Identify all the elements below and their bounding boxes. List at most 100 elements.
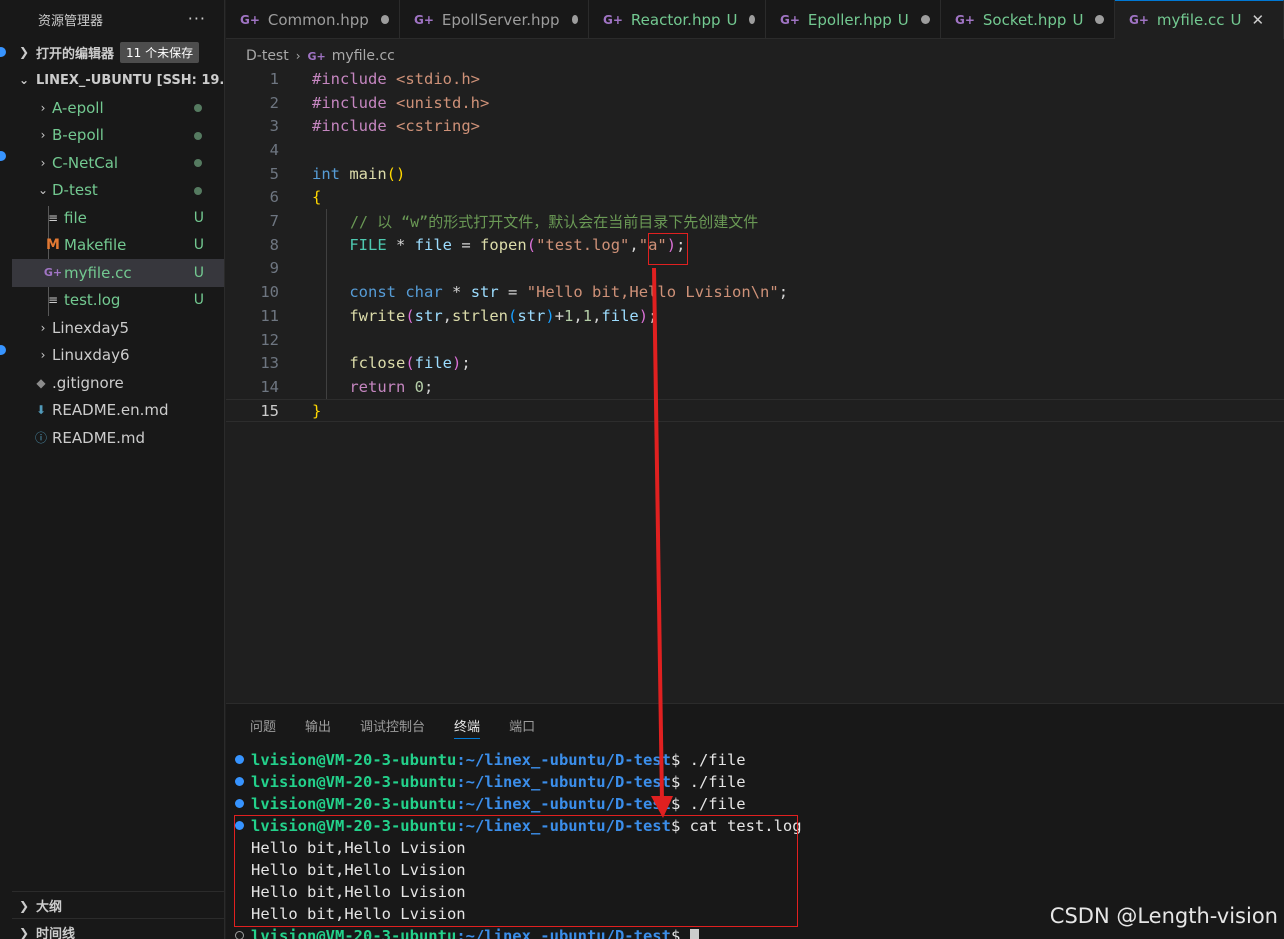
- info-icon: ⓘ: [34, 431, 47, 446]
- code-line: 5 int main(): [226, 162, 1284, 186]
- line-number: 14: [260, 377, 279, 396]
- line-number: 7: [269, 212, 279, 231]
- code-line: 14 return 0;: [226, 375, 1284, 399]
- breadcrumb: D-test › G+ myfile.cc: [246, 45, 395, 67]
- tab-epollserver-hpp[interactable]: G+ EpollServer.hpp: [400, 0, 589, 39]
- code-line: 11 fwrite(str,strlen(str)+1,1,file);: [226, 304, 1284, 328]
- command-success-icon[interactable]: [235, 777, 244, 786]
- line-number: 1: [269, 69, 279, 88]
- tree-item-label: README.md: [52, 428, 146, 447]
- tab-epoller-hpp[interactable]: G+ Epoller.hpp U: [766, 0, 941, 39]
- code-comment: // 以 “w”的形式打开文件，默认会在当前目录下先创建文件: [350, 212, 759, 231]
- workspace-section[interactable]: ⌄ LINEX_-UBUNTU [SSH: 19...: [12, 66, 224, 94]
- terminal-line: lvision@VM-20-3-ubuntu:~/linex_-ubuntu/D…: [226, 749, 1284, 771]
- tab-problems[interactable]: 问题: [250, 704, 276, 746]
- activity-badge: [0, 47, 6, 57]
- outline-label: 大纲: [36, 900, 63, 915]
- close-icon[interactable]: ✕: [1252, 11, 1265, 29]
- tab-common-hpp[interactable]: G+ Common.hpp: [226, 0, 400, 39]
- line-number: 2: [269, 93, 279, 112]
- timeline-section[interactable]: ❯ 时间线: [12, 918, 224, 939]
- tree-item-b-epoll[interactable]: › B-epoll: [12, 122, 224, 150]
- unsaved-dot-icon[interactable]: [1095, 15, 1104, 24]
- code-editor[interactable]: 1 #include <stdio.h> 2 #include <unistd.…: [226, 67, 1284, 427]
- code-line: 13 fclose(file);: [226, 351, 1284, 375]
- tab-socket-hpp[interactable]: G+ Socket.hpp U: [941, 0, 1115, 39]
- workspace-label: LINEX_-UBUNTU [SSH: 19...: [36, 72, 224, 88]
- unsaved-badge: 11 个未保存: [120, 41, 200, 63]
- tree-item-test-log[interactable]: ≡ test.log U: [12, 287, 224, 315]
- code-line: 12: [226, 328, 1284, 352]
- tree-item-gitignore[interactable]: ◆ .gitignore: [12, 369, 224, 397]
- activity-badge: [0, 151, 6, 161]
- cpp-file-icon: G+: [955, 12, 975, 27]
- untracked-status: U: [193, 209, 204, 226]
- chevron-right-icon: ❯: [18, 925, 30, 939]
- tab-label: Epoller.hpp: [807, 10, 892, 29]
- tree-item-readme[interactable]: ⓘ README.md: [12, 424, 224, 452]
- unsaved-dot-icon[interactable]: [920, 15, 930, 24]
- tab-label: Common.hpp: [267, 10, 369, 29]
- untracked-status: U: [193, 237, 204, 254]
- modified-dot-icon: [194, 104, 202, 112]
- editor-tabs: G+ Common.hpp G+ EpollServer.hpp G+ Reac…: [226, 0, 1284, 39]
- line-number: 13: [260, 354, 279, 373]
- line-number: 6: [269, 188, 279, 207]
- git-icon: ◆: [36, 375, 46, 390]
- tab-reactor-hpp[interactable]: G+ Reactor.hpp U: [589, 0, 766, 39]
- tree-item-makefile[interactable]: M Makefile U: [12, 232, 224, 260]
- line-number: 3: [269, 117, 279, 136]
- tree-item-myfile-cc[interactable]: G+ myfile.cc U: [12, 259, 224, 287]
- code-line: 7 // 以 “w”的形式打开文件，默认会在当前目录下先创建文件: [226, 209, 1284, 233]
- tab-debug-console[interactable]: 调试控制台: [360, 704, 425, 746]
- code-line: 1 #include <stdio.h>: [226, 67, 1284, 91]
- chevron-right-icon: ›: [40, 348, 46, 363]
- unsaved-dot-icon[interactable]: [749, 15, 755, 24]
- unsaved-dot-icon[interactable]: [571, 15, 578, 24]
- tab-ports[interactable]: 端口: [509, 704, 535, 746]
- modified-dot-icon: [194, 186, 202, 195]
- tree-item-file[interactable]: ≡ file U: [12, 204, 224, 232]
- chevron-right-icon: ❯: [18, 45, 30, 59]
- untracked-status: U: [726, 10, 738, 29]
- command-success-icon[interactable]: [235, 755, 244, 764]
- more-actions-icon[interactable]: ···: [188, 9, 206, 28]
- untracked-status: U: [1230, 11, 1242, 29]
- chevron-right-icon: ›: [40, 155, 46, 170]
- watermark: CSDN @Length-vision: [1049, 904, 1278, 928]
- annotation-box-output: [234, 815, 798, 927]
- tree-item-c-netcal[interactable]: › C-NetCal: [12, 149, 224, 177]
- code-line: 6 {: [226, 186, 1284, 210]
- outline-section[interactable]: ❯ 大纲: [12, 891, 224, 919]
- tab-label: myfile.cc: [1156, 11, 1225, 29]
- command-success-icon[interactable]: [235, 799, 244, 808]
- cpp-file-icon: G+: [1129, 13, 1149, 27]
- tab-myfile-cc[interactable]: G+ myfile.cc U ✕: [1115, 0, 1284, 39]
- tree-item-a-epoll[interactable]: › A-epoll: [12, 94, 224, 122]
- breadcrumb-file[interactable]: myfile.cc: [332, 48, 395, 64]
- tab-output[interactable]: 输出: [305, 704, 331, 746]
- terminal-line: lvision@VM-20-3-ubuntu:~/linex_-ubuntu/D…: [226, 771, 1284, 793]
- tree-item-label: Linuxday6: [52, 346, 130, 365]
- line-number: 12: [260, 330, 279, 349]
- chevron-right-icon: ›: [40, 128, 46, 143]
- tree-item-linuxday6[interactable]: › Linuxday6: [12, 342, 224, 370]
- activity-bar: [0, 0, 12, 939]
- chevron-right-icon: ›: [40, 100, 46, 115]
- tab-terminal[interactable]: 终端: [454, 704, 481, 746]
- cpp-file-icon: G+: [414, 12, 434, 27]
- explorer-title: 资源管理器: [38, 13, 104, 29]
- open-editors-section[interactable]: ❯ 打开的编辑器 11 个未保存: [12, 38, 224, 66]
- code-line: 9: [226, 257, 1284, 281]
- command-pending-icon: [235, 931, 244, 939]
- code-line: 4: [226, 138, 1284, 162]
- tree-item-readme-en[interactable]: ⬇ README.en.md: [12, 397, 224, 425]
- tree-item-d-test[interactable]: ⌄ D-test: [12, 177, 224, 205]
- breadcrumb-folder[interactable]: D-test: [246, 48, 289, 64]
- cpp-file-icon: G+: [43, 266, 63, 280]
- tree-item-linexday5[interactable]: › Linexday5: [12, 314, 224, 342]
- unsaved-dot-icon[interactable]: [380, 15, 389, 24]
- timeline-label: 时间线: [36, 927, 76, 939]
- tab-label: Reactor.hpp: [630, 10, 721, 29]
- chevron-down-icon: ⌄: [18, 73, 30, 87]
